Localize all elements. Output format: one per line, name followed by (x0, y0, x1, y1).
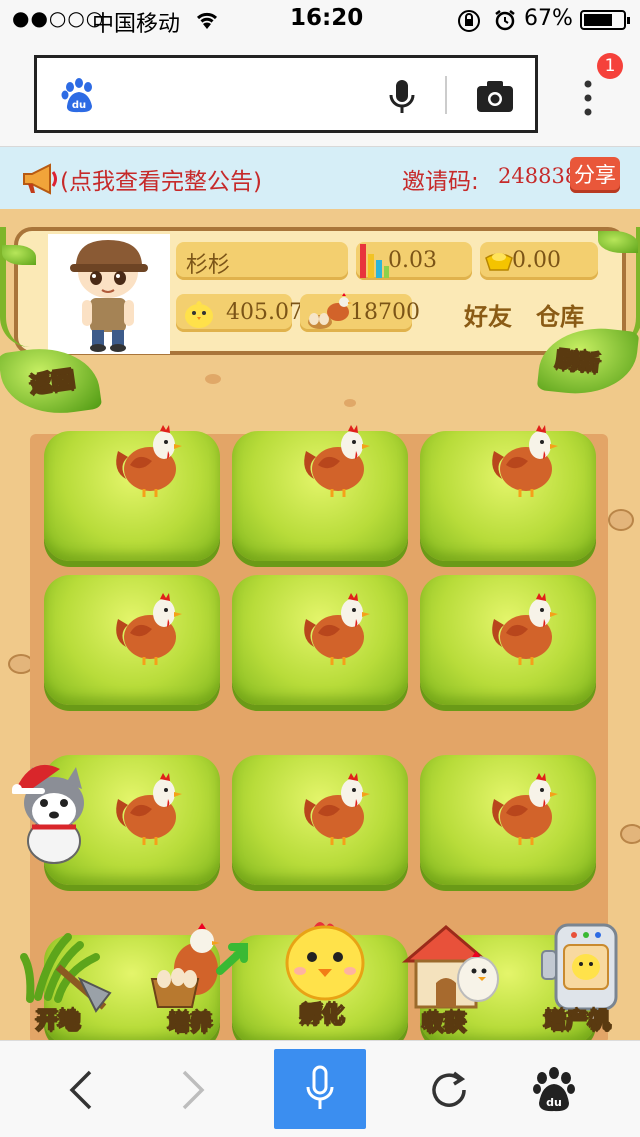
grass-plot[interactable] (420, 575, 596, 705)
baidu-logo-text: du (72, 100, 86, 111)
search-box[interactable]: du (34, 55, 538, 133)
chick-hatch-icon (285, 922, 365, 1001)
chick-stat-pill: 405.07 (176, 294, 303, 332)
back-label: 返回 (28, 367, 76, 399)
boost-machine-label: 增产机 (543, 1009, 611, 1035)
hen-icon (484, 421, 564, 505)
divider (445, 76, 447, 114)
grass-plot[interactable] (44, 425, 220, 561)
hen-icon (296, 421, 376, 505)
battery-icon (580, 10, 630, 30)
hen-value: 18700 (350, 300, 420, 325)
grass-plot[interactable] (420, 425, 596, 561)
username: 杉杉 (186, 253, 231, 278)
hatch-button[interactable]: 孵化 (270, 917, 380, 1037)
baidu-home-text: du (546, 1096, 562, 1109)
grass-plot[interactable] (420, 755, 596, 885)
hen-icon (484, 769, 564, 853)
hen-icon (296, 589, 376, 673)
gold-value: 0.00 (512, 248, 561, 273)
gold-pill: 0.00 (480, 242, 598, 280)
grass-plot[interactable] (44, 575, 220, 705)
voice-search-button[interactable] (274, 1049, 366, 1129)
avatar[interactable] (48, 234, 170, 354)
announcement-link[interactable]: (点我查看完整公告) (60, 162, 262, 196)
hen-icon (296, 769, 376, 853)
invite-code-value: 248838 (498, 164, 579, 188)
hen-eggs-icon (308, 293, 352, 329)
hen-basket-icon (150, 923, 248, 1008)
hen-stat-pill: 18700 (300, 293, 420, 332)
warehouse-button[interactable]: 仓库 (536, 297, 584, 332)
farm-game-area: 杉杉 0.03 0.00 405.07 18700 好友 仓库 返回 刷新 开地… (0, 209, 640, 1040)
orientation-lock-icon (458, 10, 480, 32)
forward-arrow-icon[interactable] (178, 1069, 208, 1111)
husky-dog-icon[interactable] (12, 759, 96, 865)
grass-plot[interactable] (232, 425, 408, 561)
gold-ingot-icon (485, 253, 513, 271)
hatch-label: 孵化 (299, 1003, 345, 1029)
more-vertical-icon[interactable] (578, 78, 598, 118)
bars-stat-pill: 0.03 (356, 242, 472, 280)
megaphone-icon (23, 163, 57, 195)
grass-plot[interactable] (232, 755, 408, 885)
incubator-machine-icon (541, 923, 618, 1011)
friends-button[interactable]: 好友 (464, 297, 512, 332)
battery-percent: 67% (524, 6, 573, 31)
clock: 16:20 (290, 5, 364, 31)
hen-icon (108, 421, 188, 505)
bar-chart-icon (360, 244, 389, 278)
refresh-icon[interactable] (428, 1069, 470, 1111)
share-button[interactable]: 分享 (570, 157, 620, 193)
camera-icon[interactable] (475, 78, 515, 114)
raise-button[interactable]: 增养 (140, 921, 252, 1039)
username-pill: 杉杉 (176, 242, 348, 280)
refresh-label: 刷新 (554, 347, 601, 378)
henhouse-icon (401, 925, 499, 1009)
harvest-label: 收获 (421, 1011, 467, 1037)
shovel-grass-icon (20, 933, 112, 1013)
notification-badge: 1 (597, 53, 623, 79)
boost-machine-button[interactable]: 增产机 (534, 921, 638, 1039)
open-land-label: 开地 (35, 1009, 81, 1035)
alarm-icon (495, 10, 515, 31)
microphone-icon[interactable] (387, 78, 417, 116)
invite-code-label: 邀请码: (402, 169, 479, 195)
hen-icon (108, 589, 188, 673)
chick-value: 405.07 (226, 300, 303, 325)
bars-stat-value: 0.03 (388, 248, 437, 273)
microphone-icon (306, 1065, 334, 1109)
carrier-name: 中国移动 (92, 12, 181, 37)
harvest-button[interactable]: 收获 (400, 921, 510, 1039)
browser-toolbar: du 1 (0, 40, 640, 147)
baidu-paw-icon: du (61, 78, 92, 113)
wifi-icon (196, 12, 218, 29)
back-arrow-icon[interactable] (66, 1069, 96, 1111)
grass-plot[interactable] (232, 575, 408, 705)
signal-strength: ●●○○○ (12, 6, 105, 30)
hen-icon (484, 589, 564, 673)
chick-icon (185, 301, 213, 328)
hen-icon (108, 769, 188, 853)
avatar-illustration (70, 240, 148, 352)
announcement-bar: (点我查看完整公告) 邀请码: 248838 分享 (0, 147, 640, 209)
baidu-home-icon[interactable]: du (532, 1067, 576, 1113)
open-land-button[interactable]: 开地 (18, 927, 118, 1039)
status-bar: ●●○○○ 中国移动 16:20 67% (0, 0, 640, 40)
browser-bottom-nav: du (0, 1040, 640, 1137)
raise-label: 增养 (167, 1011, 213, 1037)
